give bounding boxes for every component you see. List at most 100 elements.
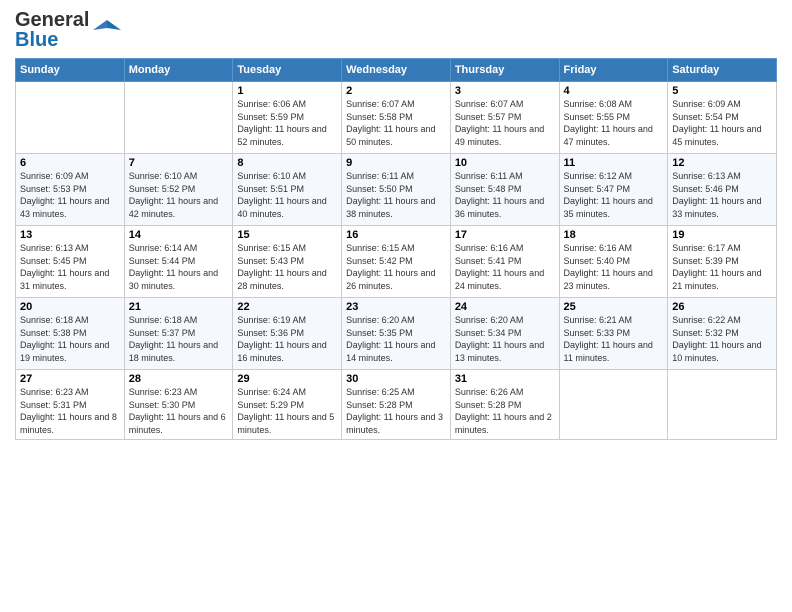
day-number: 11 [564, 157, 664, 169]
calendar-cell [124, 82, 233, 154]
calendar-cell: 9Sunrise: 6:11 AMSunset: 5:50 PMDaylight… [342, 154, 451, 226]
day-number: 19 [672, 229, 772, 241]
day-number: 13 [20, 229, 120, 241]
day-info: Sunrise: 6:17 AMSunset: 5:39 PMDaylight:… [672, 242, 772, 292]
day-number: 1 [237, 85, 337, 97]
day-number: 27 [20, 373, 120, 385]
day-info: Sunrise: 6:10 AMSunset: 5:52 PMDaylight:… [129, 170, 229, 220]
calendar-cell: 3Sunrise: 6:07 AMSunset: 5:57 PMDaylight… [450, 82, 559, 154]
day-number: 12 [672, 157, 772, 169]
calendar-cell [16, 82, 125, 154]
day-number: 21 [129, 301, 229, 313]
weekday-header-monday: Monday [124, 59, 233, 82]
day-info: Sunrise: 6:19 AMSunset: 5:36 PMDaylight:… [237, 314, 337, 364]
calendar-cell: 15Sunrise: 6:15 AMSunset: 5:43 PMDayligh… [233, 226, 342, 298]
calendar-cell: 5Sunrise: 6:09 AMSunset: 5:54 PMDaylight… [668, 82, 777, 154]
day-info: Sunrise: 6:26 AMSunset: 5:28 PMDaylight:… [455, 386, 555, 436]
week-row-5: 27Sunrise: 6:23 AMSunset: 5:31 PMDayligh… [16, 370, 777, 440]
day-info: Sunrise: 6:07 AMSunset: 5:57 PMDaylight:… [455, 98, 555, 148]
day-info: Sunrise: 6:15 AMSunset: 5:42 PMDaylight:… [346, 242, 446, 292]
day-info: Sunrise: 6:23 AMSunset: 5:30 PMDaylight:… [129, 386, 229, 436]
calendar-cell: 6Sunrise: 6:09 AMSunset: 5:53 PMDaylight… [16, 154, 125, 226]
calendar-cell: 12Sunrise: 6:13 AMSunset: 5:46 PMDayligh… [668, 154, 777, 226]
calendar-cell: 29Sunrise: 6:24 AMSunset: 5:29 PMDayligh… [233, 370, 342, 440]
day-number: 31 [455, 373, 555, 385]
day-number: 25 [564, 301, 664, 313]
logo: General Blue [15, 10, 121, 50]
day-info: Sunrise: 6:08 AMSunset: 5:55 PMDaylight:… [564, 98, 664, 148]
logo-bird-icon [93, 16, 121, 44]
day-info: Sunrise: 6:09 AMSunset: 5:53 PMDaylight:… [20, 170, 120, 220]
calendar-cell: 26Sunrise: 6:22 AMSunset: 5:32 PMDayligh… [668, 298, 777, 370]
weekday-header-wednesday: Wednesday [342, 59, 451, 82]
day-number: 29 [237, 373, 337, 385]
day-info: Sunrise: 6:13 AMSunset: 5:45 PMDaylight:… [20, 242, 120, 292]
day-number: 28 [129, 373, 229, 385]
day-number: 18 [564, 229, 664, 241]
page: General Blue SundayMondayTuesdayWednesda… [0, 0, 792, 612]
calendar-cell: 28Sunrise: 6:23 AMSunset: 5:30 PMDayligh… [124, 370, 233, 440]
day-number: 3 [455, 85, 555, 97]
week-row-1: 1Sunrise: 6:06 AMSunset: 5:59 PMDaylight… [16, 82, 777, 154]
day-info: Sunrise: 6:18 AMSunset: 5:37 PMDaylight:… [129, 314, 229, 364]
weekday-header-saturday: Saturday [668, 59, 777, 82]
day-info: Sunrise: 6:15 AMSunset: 5:43 PMDaylight:… [237, 242, 337, 292]
calendar-cell: 30Sunrise: 6:25 AMSunset: 5:28 PMDayligh… [342, 370, 451, 440]
day-number: 23 [346, 301, 446, 313]
weekday-header-tuesday: Tuesday [233, 59, 342, 82]
day-info: Sunrise: 6:07 AMSunset: 5:58 PMDaylight:… [346, 98, 446, 148]
logo-general: General [15, 9, 89, 31]
day-info: Sunrise: 6:06 AMSunset: 5:59 PMDaylight:… [237, 98, 337, 148]
calendar-cell [668, 370, 777, 440]
day-number: 6 [20, 157, 120, 169]
calendar-cell: 19Sunrise: 6:17 AMSunset: 5:39 PMDayligh… [668, 226, 777, 298]
day-number: 24 [455, 301, 555, 313]
week-row-3: 13Sunrise: 6:13 AMSunset: 5:45 PMDayligh… [16, 226, 777, 298]
week-row-4: 20Sunrise: 6:18 AMSunset: 5:38 PMDayligh… [16, 298, 777, 370]
day-info: Sunrise: 6:25 AMSunset: 5:28 PMDaylight:… [346, 386, 446, 436]
day-number: 8 [237, 157, 337, 169]
day-number: 22 [237, 301, 337, 313]
calendar-cell: 8Sunrise: 6:10 AMSunset: 5:51 PMDaylight… [233, 154, 342, 226]
weekday-header-friday: Friday [559, 59, 668, 82]
calendar-cell: 21Sunrise: 6:18 AMSunset: 5:37 PMDayligh… [124, 298, 233, 370]
day-number: 10 [455, 157, 555, 169]
day-info: Sunrise: 6:21 AMSunset: 5:33 PMDaylight:… [564, 314, 664, 364]
day-number: 14 [129, 229, 229, 241]
day-number: 16 [346, 229, 446, 241]
calendar-cell: 20Sunrise: 6:18 AMSunset: 5:38 PMDayligh… [16, 298, 125, 370]
day-number: 26 [672, 301, 772, 313]
day-number: 20 [20, 301, 120, 313]
day-info: Sunrise: 6:10 AMSunset: 5:51 PMDaylight:… [237, 170, 337, 220]
day-number: 17 [455, 229, 555, 241]
day-info: Sunrise: 6:12 AMSunset: 5:47 PMDaylight:… [564, 170, 664, 220]
weekday-header-thursday: Thursday [450, 59, 559, 82]
day-info: Sunrise: 6:20 AMSunset: 5:34 PMDaylight:… [455, 314, 555, 364]
weekday-header-sunday: Sunday [16, 59, 125, 82]
calendar-cell: 11Sunrise: 6:12 AMSunset: 5:47 PMDayligh… [559, 154, 668, 226]
day-info: Sunrise: 6:18 AMSunset: 5:38 PMDaylight:… [20, 314, 120, 364]
calendar-cell: 18Sunrise: 6:16 AMSunset: 5:40 PMDayligh… [559, 226, 668, 298]
calendar-cell: 23Sunrise: 6:20 AMSunset: 5:35 PMDayligh… [342, 298, 451, 370]
day-info: Sunrise: 6:16 AMSunset: 5:41 PMDaylight:… [455, 242, 555, 292]
weekday-header-row: SundayMondayTuesdayWednesdayThursdayFrid… [16, 59, 777, 82]
day-info: Sunrise: 6:11 AMSunset: 5:50 PMDaylight:… [346, 170, 446, 220]
calendar-cell: 24Sunrise: 6:20 AMSunset: 5:34 PMDayligh… [450, 298, 559, 370]
calendar-cell: 17Sunrise: 6:16 AMSunset: 5:41 PMDayligh… [450, 226, 559, 298]
day-number: 7 [129, 157, 229, 169]
day-number: 2 [346, 85, 446, 97]
day-info: Sunrise: 6:11 AMSunset: 5:48 PMDaylight:… [455, 170, 555, 220]
calendar-cell: 10Sunrise: 6:11 AMSunset: 5:48 PMDayligh… [450, 154, 559, 226]
calendar-cell: 27Sunrise: 6:23 AMSunset: 5:31 PMDayligh… [16, 370, 125, 440]
calendar-cell: 1Sunrise: 6:06 AMSunset: 5:59 PMDaylight… [233, 82, 342, 154]
header: General Blue [15, 10, 777, 50]
day-info: Sunrise: 6:13 AMSunset: 5:46 PMDaylight:… [672, 170, 772, 220]
day-info: Sunrise: 6:16 AMSunset: 5:40 PMDaylight:… [564, 242, 664, 292]
calendar-cell: 13Sunrise: 6:13 AMSunset: 5:45 PMDayligh… [16, 226, 125, 298]
calendar-cell: 22Sunrise: 6:19 AMSunset: 5:36 PMDayligh… [233, 298, 342, 370]
calendar-cell: 14Sunrise: 6:14 AMSunset: 5:44 PMDayligh… [124, 226, 233, 298]
calendar-cell: 16Sunrise: 6:15 AMSunset: 5:42 PMDayligh… [342, 226, 451, 298]
calendar-table: SundayMondayTuesdayWednesdayThursdayFrid… [15, 58, 777, 440]
day-info: Sunrise: 6:23 AMSunset: 5:31 PMDaylight:… [20, 386, 120, 436]
week-row-2: 6Sunrise: 6:09 AMSunset: 5:53 PMDaylight… [16, 154, 777, 226]
